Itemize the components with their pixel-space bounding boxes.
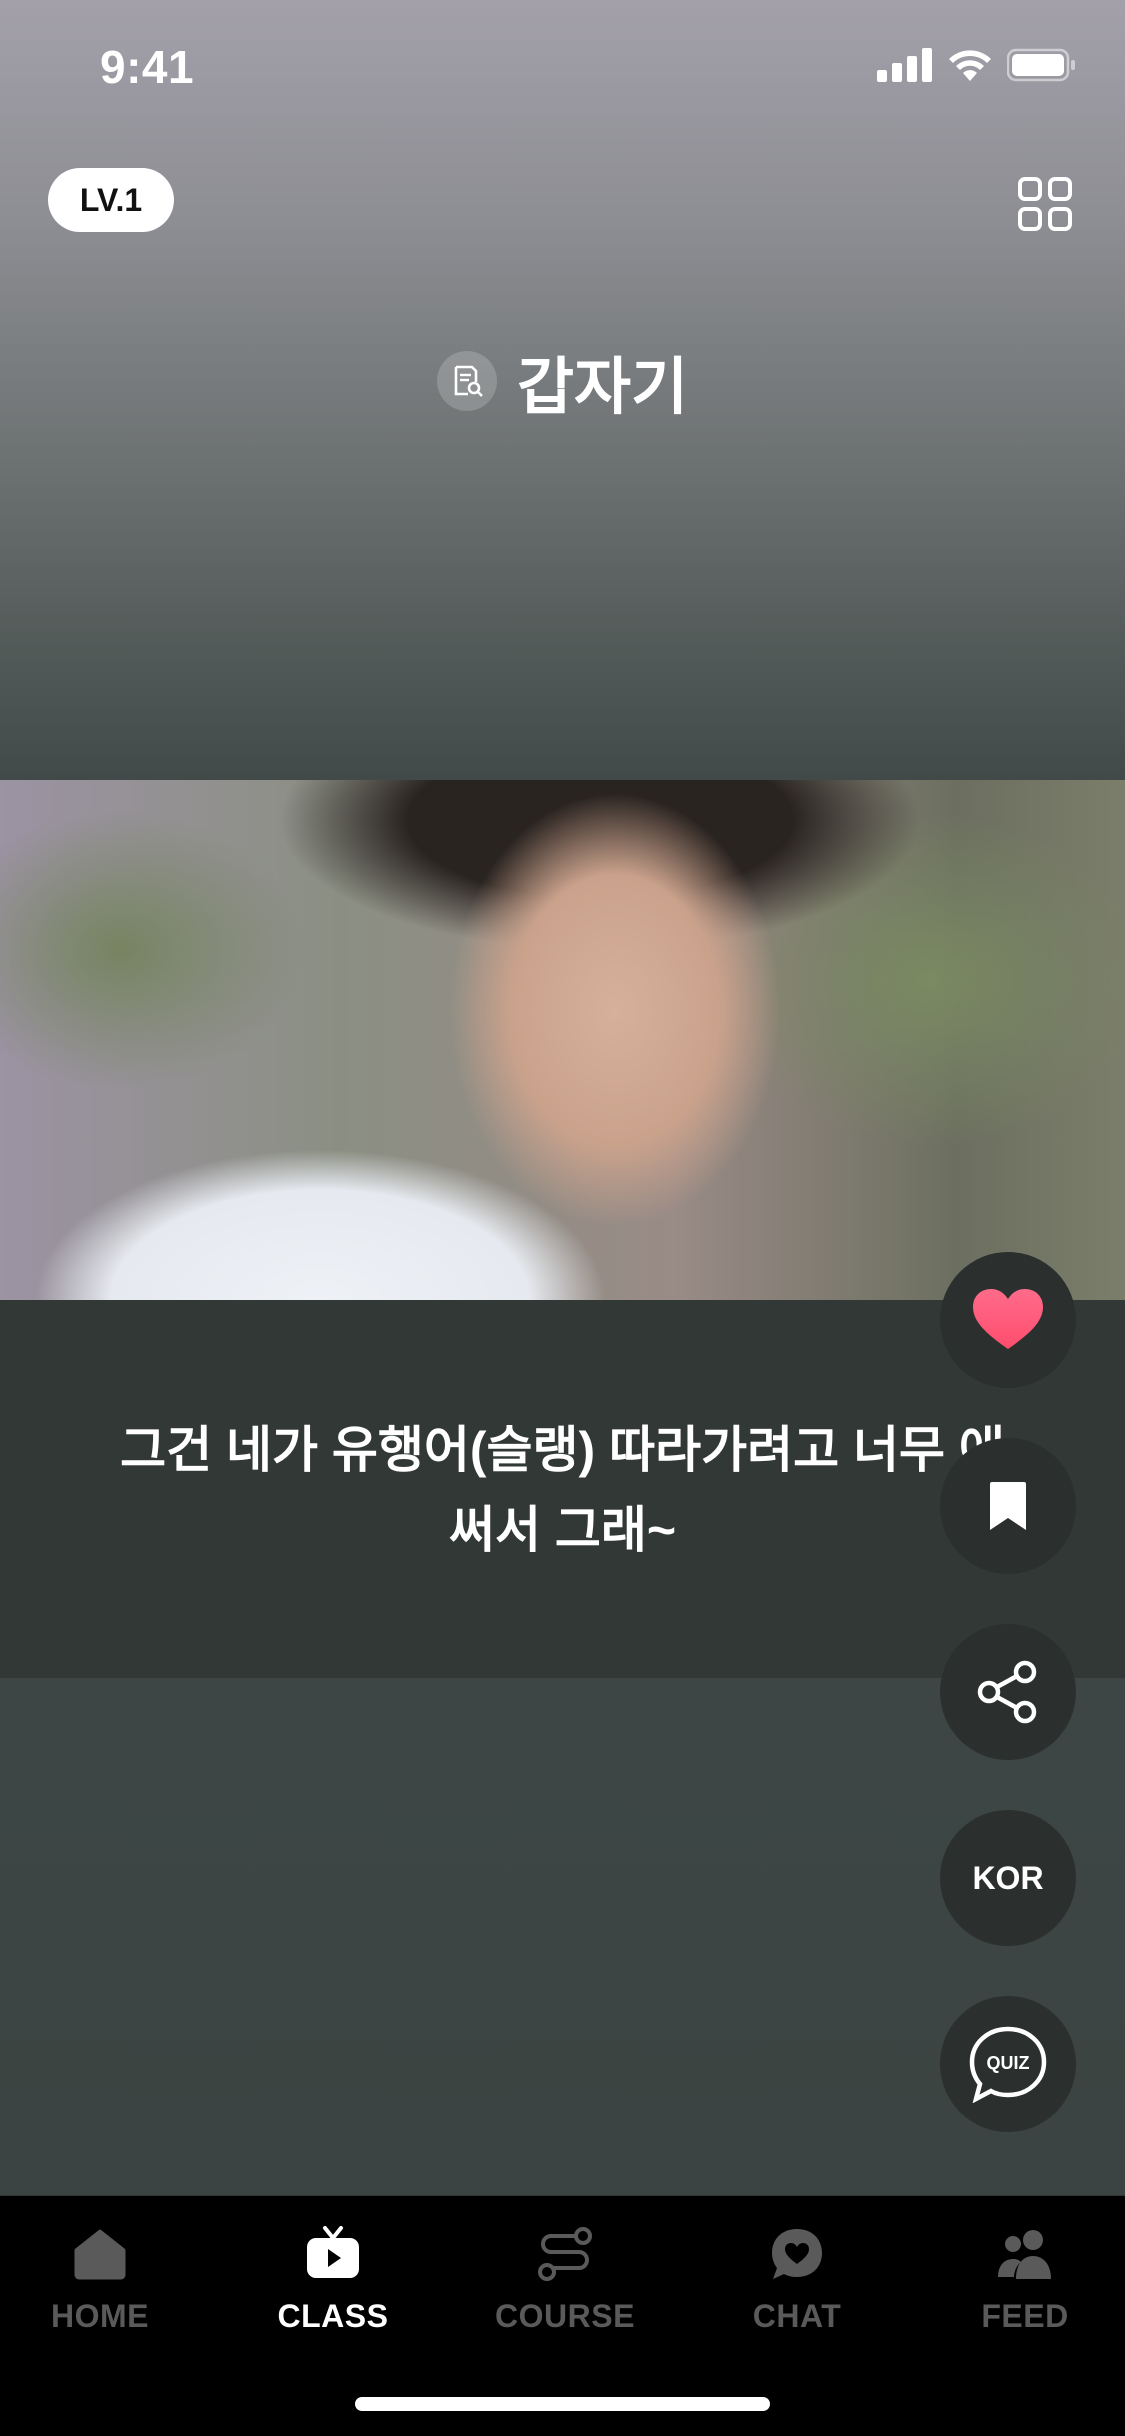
people-icon	[995, 2224, 1055, 2284]
tab-feed[interactable]: FEED	[925, 2216, 1125, 2356]
subtitle-text: 그건 네가 유행어(슬랭) 따라가려고 너무 애 써서 그래~	[100, 1410, 1025, 1570]
language-label: KOR	[972, 1859, 1044, 1896]
status-icons	[877, 48, 1077, 82]
heart-icon	[973, 1289, 1043, 1349]
share-button[interactable]	[940, 1624, 1076, 1760]
bookmark-icon	[990, 1482, 1026, 1530]
route-icon	[535, 2224, 595, 2284]
signal-icon	[877, 48, 932, 82]
chat-heart-icon	[767, 2224, 827, 2284]
like-button[interactable]	[940, 1252, 1076, 1388]
title-row: 갑자기	[0, 336, 1125, 426]
quiz-bubble-icon: QUIZ	[969, 2026, 1047, 2103]
home-icon	[70, 2224, 130, 2284]
expression-title: 갑자기	[516, 353, 689, 422]
video-player[interactable]	[0, 780, 1125, 1300]
share-icon	[977, 1660, 1037, 1724]
level-badge[interactable]: LV.1	[48, 168, 174, 232]
tab-chat[interactable]: CHAT	[697, 2216, 897, 2356]
bookmark-button[interactable]	[940, 1438, 1076, 1574]
tab-course[interactable]: COURSE	[465, 2216, 665, 2356]
tab-home-label: HOME	[51, 2298, 149, 2334]
subtitle-line-2: 써서 그래~	[448, 1502, 677, 1558]
tab-home[interactable]: HOME	[0, 2216, 200, 2356]
tab-chat-label: CHAT	[752, 2298, 842, 2334]
tab-feed-label: FEED	[981, 2298, 1069, 2334]
tab-class-label: CLASS	[277, 2298, 389, 2334]
battery-icon	[1007, 48, 1075, 82]
home-indicator[interactable]	[355, 2397, 770, 2411]
tab-course-label: COURSE	[495, 2298, 635, 2334]
status-time: 9:41	[100, 41, 195, 93]
subtitle-line-1: 그건 네가 유행어(슬랭) 따라가려고 너무 애	[120, 1422, 1005, 1478]
grid-menu-icon[interactable]	[1017, 176, 1073, 232]
tab-class[interactable]: CLASS	[233, 2216, 433, 2356]
play-tv-icon	[303, 2224, 363, 2284]
wifi-icon	[949, 50, 991, 81]
language-toggle-button[interactable]: KOR	[940, 1810, 1076, 1946]
quiz-label: QUIZ	[987, 2053, 1030, 2073]
document-search-icon[interactable]	[436, 351, 497, 411]
quiz-button[interactable]: QUIZ	[940, 1996, 1076, 2132]
screen: 9:41 LV.1 갑자기 그건 네가 유행어(슬랭) 따라가려고 너무 애 써…	[0, 0, 1125, 2436]
